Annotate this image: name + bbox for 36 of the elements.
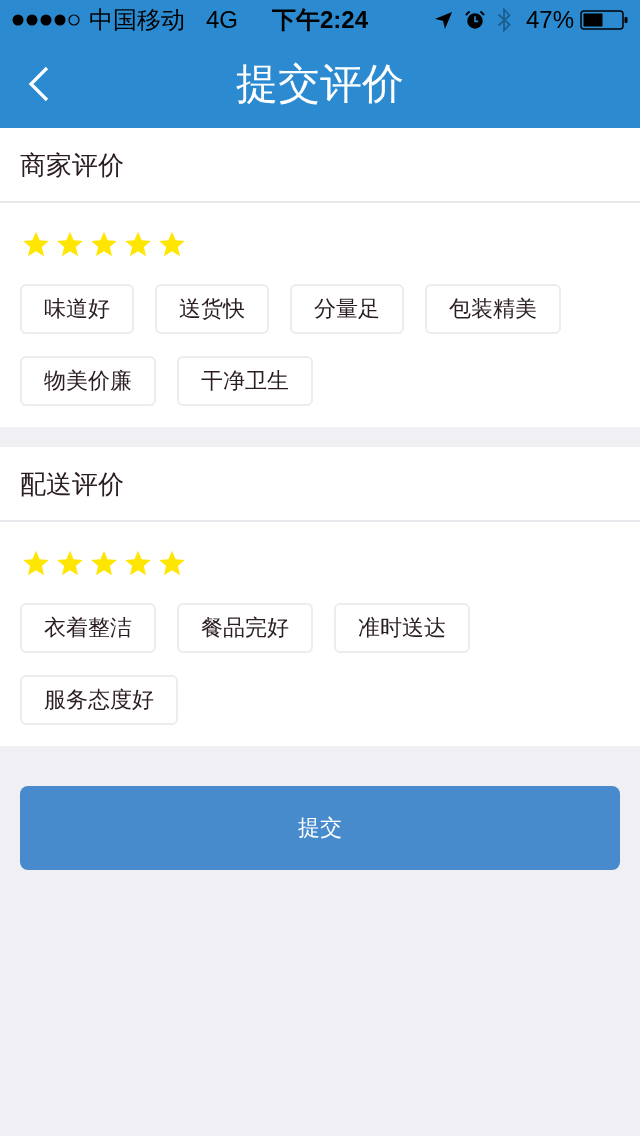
carrier-name: 中国移动 (89, 6, 185, 34)
star-icon[interactable] (22, 231, 50, 258)
star-icon[interactable] (124, 231, 152, 258)
star-rating[interactable] (22, 550, 186, 577)
tag-chip[interactable]: 物美价廉 (20, 356, 156, 406)
bluetooth-icon (496, 7, 511, 33)
tag-chip[interactable]: 送货快 (155, 284, 269, 334)
tag-chip[interactable]: 餐品完好 (177, 603, 313, 653)
tag-chip[interactable]: 干净卫生 (177, 356, 313, 406)
star-icon[interactable] (56, 231, 84, 258)
star-icon[interactable] (90, 550, 118, 577)
page-title: 提交评价 (236, 59, 404, 109)
location-arrow-icon (433, 10, 453, 30)
tag-chip[interactable]: 味道好 (20, 284, 134, 334)
tag-chip[interactable]: 分量足 (290, 284, 404, 334)
section-title: 配送评价 (20, 467, 124, 500)
star-rating[interactable] (22, 231, 186, 258)
clock-time: 下午2:24 (272, 6, 369, 34)
back-chevron-icon (28, 66, 50, 102)
network-type: 4G (206, 6, 238, 34)
tag-chip[interactable]: 服务态度好 (20, 675, 178, 725)
section-title: 商家评价 (20, 148, 124, 181)
submit-button[interactable]: 提交 (20, 786, 620, 870)
star-icon[interactable] (158, 231, 186, 258)
alarm-clock-icon (464, 10, 485, 30)
tag-chip[interactable]: 包装精美 (425, 284, 561, 334)
star-icon[interactable] (22, 550, 50, 577)
signal-dots-icon (12, 14, 80, 26)
star-icon[interactable] (158, 550, 186, 577)
battery-percent: 47% (525, 6, 574, 34)
battery-icon (580, 10, 628, 30)
tag-chip[interactable]: 准时送达 (334, 603, 470, 653)
star-icon[interactable] (124, 550, 152, 577)
tag-chip[interactable]: 衣着整洁 (20, 603, 156, 653)
star-icon[interactable] (56, 550, 84, 577)
star-icon[interactable] (90, 231, 118, 258)
